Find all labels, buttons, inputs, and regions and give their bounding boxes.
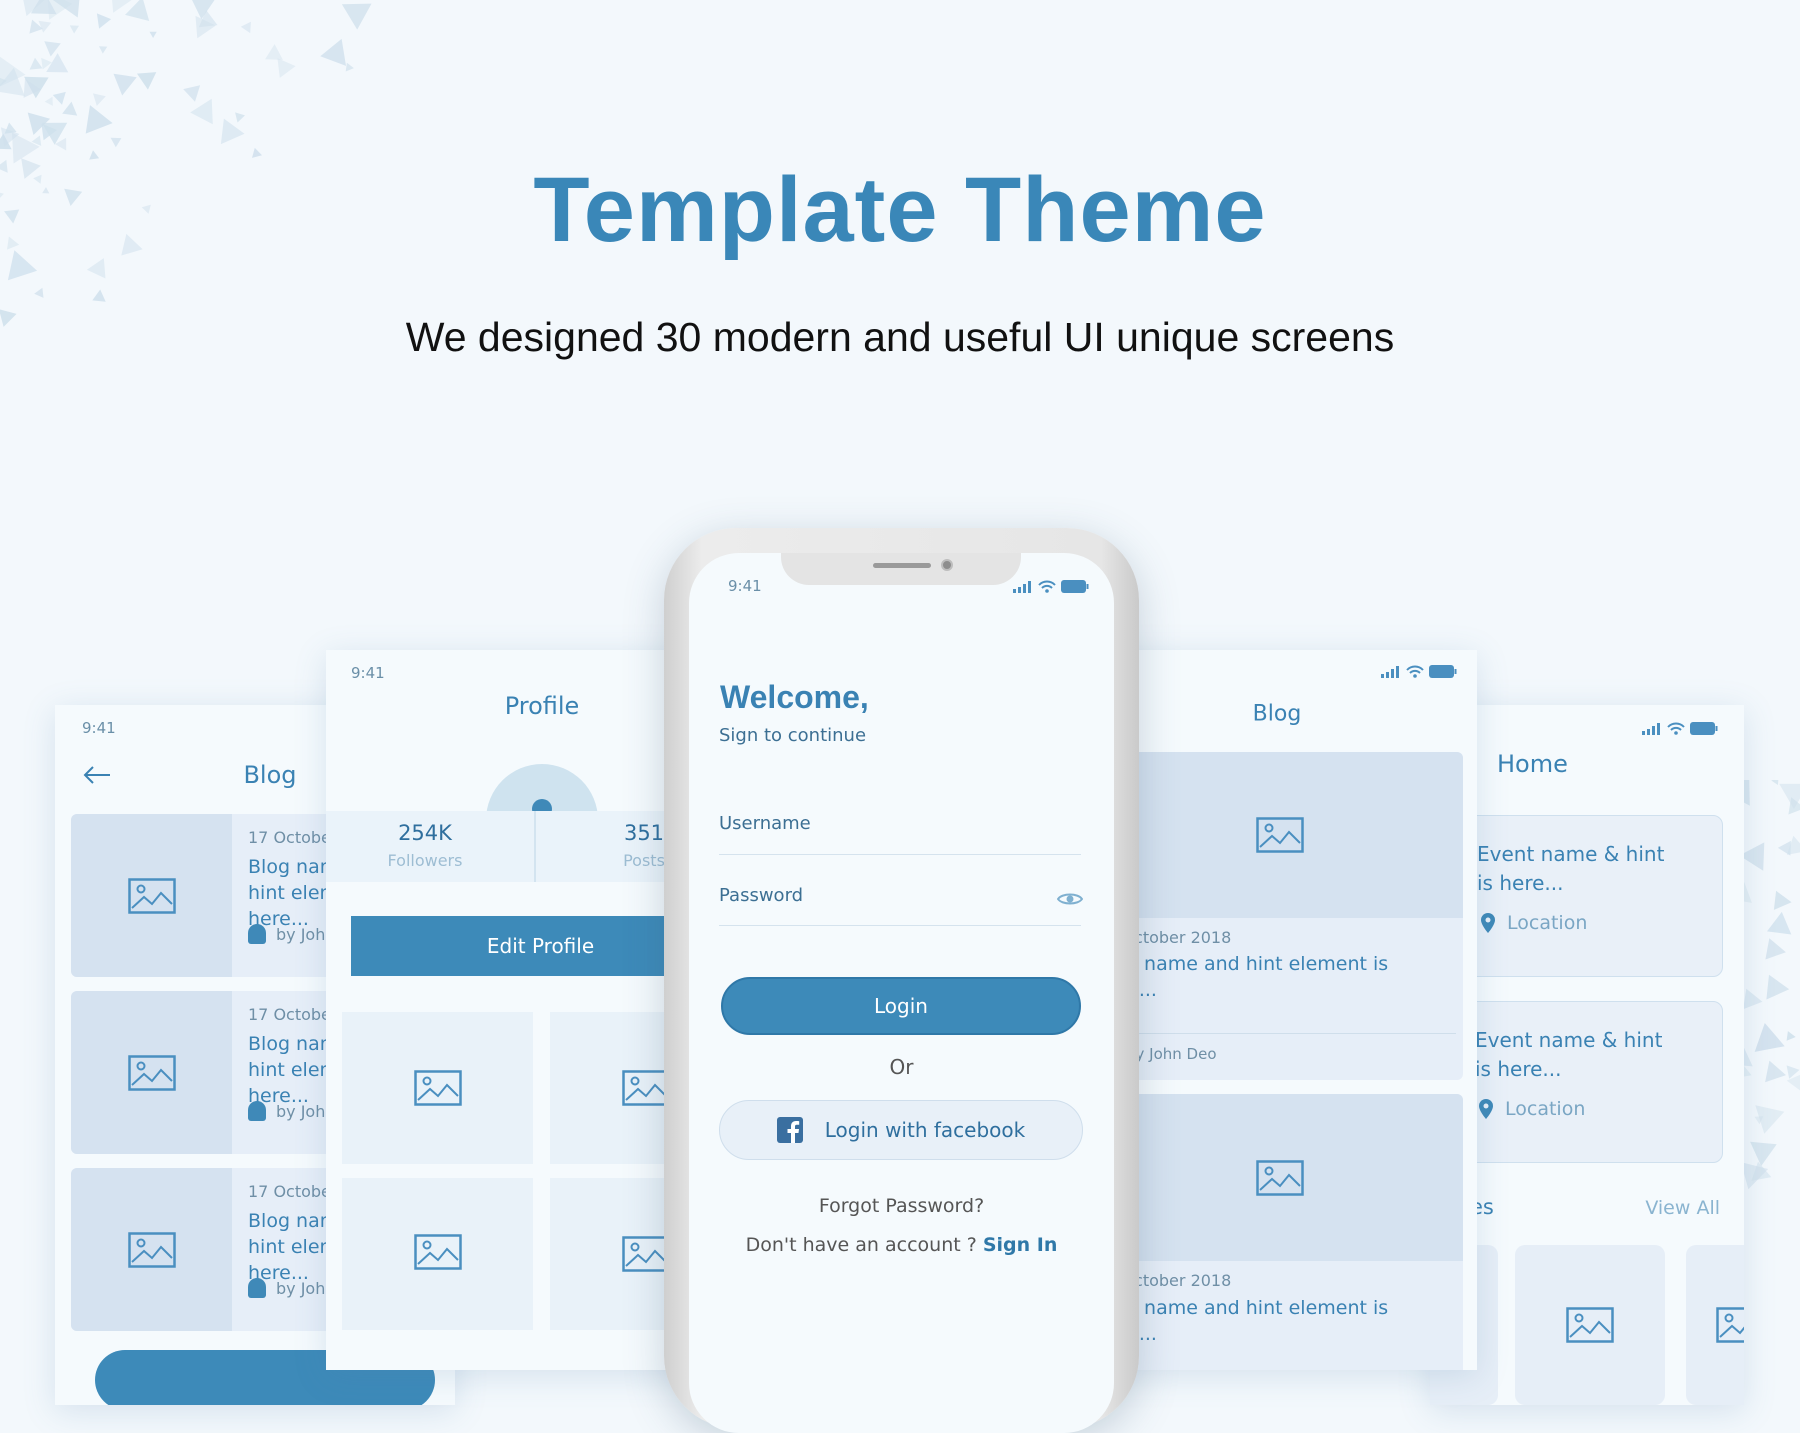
or-label: Or	[889, 1055, 914, 1079]
image-icon	[621, 1236, 670, 1272]
screen-title: Blog	[243, 761, 297, 789]
status-icons	[1013, 580, 1089, 593]
status-time: 9:41	[82, 719, 116, 737]
password-input[interactable]: Password	[719, 885, 803, 906]
page-title: Template Theme	[533, 159, 1267, 261]
user-icon	[248, 1101, 266, 1121]
status-icons	[1381, 665, 1457, 678]
post-image	[1096, 1094, 1463, 1261]
divider	[1096, 1033, 1456, 1034]
login-button[interactable]: Login	[721, 977, 1081, 1035]
facebook-icon	[776, 1117, 803, 1143]
screen-title: Profile	[504, 692, 580, 720]
image-icon	[127, 1054, 176, 1091]
speaker	[873, 563, 931, 568]
signal-icon	[1381, 665, 1399, 678]
username-underline	[719, 854, 1081, 855]
followers-label: Followers	[387, 851, 463, 870]
post-title: Blog name and hint element is here...	[1096, 953, 1389, 1001]
phone-frame: 9:41 Welcome, Sign to continue Username …	[664, 528, 1139, 1433]
wifi-icon	[1406, 665, 1424, 678]
home-screen: Home Event name & hint is here... Locati…	[1430, 705, 1744, 1405]
post-title: Blog name and hint element is here...	[1096, 1297, 1389, 1345]
post-image	[1096, 752, 1463, 918]
password-underline	[719, 925, 1081, 926]
post-image	[71, 1168, 232, 1331]
post-image	[71, 814, 232, 977]
blog-post-card[interactable]: 17 October 2018 Blog name and hint eleme…	[1096, 752, 1463, 1080]
blog-screen-right: Blog 17 October 2018 Blog name and hint …	[1090, 650, 1477, 1370]
username-input[interactable]: Username	[719, 813, 811, 834]
user-icon	[248, 924, 266, 944]
location-pin-icon	[1479, 1099, 1493, 1119]
event-card[interactable]: Event name & hint is here... Location	[1440, 815, 1723, 977]
status-time: 9:41	[351, 664, 385, 682]
battery-icon	[1690, 722, 1718, 735]
wifi-icon	[1038, 580, 1056, 593]
photo-tile[interactable]	[342, 1012, 533, 1164]
image-icon	[413, 1070, 462, 1106]
battery-icon	[1061, 580, 1089, 593]
signal-icon	[1013, 580, 1031, 593]
event-title: Event name & hint is here...	[1477, 842, 1665, 895]
image-icon	[1255, 1159, 1304, 1196]
event-location: Location	[1481, 912, 1587, 934]
notch	[781, 553, 1021, 585]
user-icon	[248, 1278, 266, 1298]
screen-title: Blog	[1252, 701, 1302, 727]
signal-icon	[1642, 722, 1660, 735]
wifi-icon	[1667, 722, 1685, 735]
eye-icon[interactable]	[1057, 891, 1083, 907]
event-location: Location	[1479, 1098, 1585, 1120]
author-label: by John Deo	[1126, 1045, 1217, 1063]
event-card[interactable]: Event name & hint is here... Location	[1440, 1001, 1723, 1163]
event-title: Event name & hint is here...	[1475, 1028, 1663, 1081]
location-pin-icon	[1481, 913, 1495, 933]
category-tile[interactable]	[1515, 1245, 1665, 1405]
welcome-heading: Welcome,	[720, 679, 869, 715]
image-icon	[1255, 817, 1304, 853]
blog-post-card[interactable]: 17 October 2018 Blog name and hint eleme…	[1096, 1094, 1463, 1370]
photo-tile[interactable]	[342, 1178, 533, 1330]
back-arrow-icon[interactable]	[82, 765, 112, 785]
image-icon	[127, 877, 176, 914]
battery-icon	[1429, 665, 1457, 678]
signup-prompt: Don't have an account ? Sign In	[689, 1234, 1114, 1256]
facebook-login-label: Login with facebook	[824, 1118, 1026, 1142]
view-all-link[interactable]: View All	[1645, 1197, 1720, 1219]
category-tile[interactable]	[1686, 1245, 1744, 1405]
followers-count: 254K	[398, 821, 452, 845]
sign-in-link[interactable]: Sign In	[983, 1234, 1058, 1256]
image-icon	[621, 1070, 670, 1106]
screen-title: Home	[1497, 750, 1568, 778]
divider	[534, 811, 536, 882]
welcome-subtitle: Sign to continue	[719, 725, 867, 746]
image-icon	[127, 1231, 176, 1268]
image-icon	[1716, 1307, 1744, 1343]
post-image	[71, 991, 232, 1154]
no-account-text: Don't have an account ?	[745, 1234, 977, 1256]
status-time: 9:41	[728, 577, 762, 595]
status-icons	[1642, 722, 1718, 735]
location-label: Location	[1505, 1098, 1586, 1120]
page-subtitle: We designed 30 modern and useful UI uniq…	[405, 314, 1395, 360]
location-label: Location	[1507, 912, 1588, 934]
forgot-password-link[interactable]: Forgot Password?	[689, 1195, 1114, 1217]
facebook-login-button[interactable]: Login with facebook	[719, 1100, 1083, 1160]
camera	[941, 559, 953, 571]
login-screen: 9:41 Welcome, Sign to continue Username …	[689, 553, 1114, 1433]
image-icon	[413, 1234, 462, 1270]
image-icon	[1566, 1307, 1614, 1343]
